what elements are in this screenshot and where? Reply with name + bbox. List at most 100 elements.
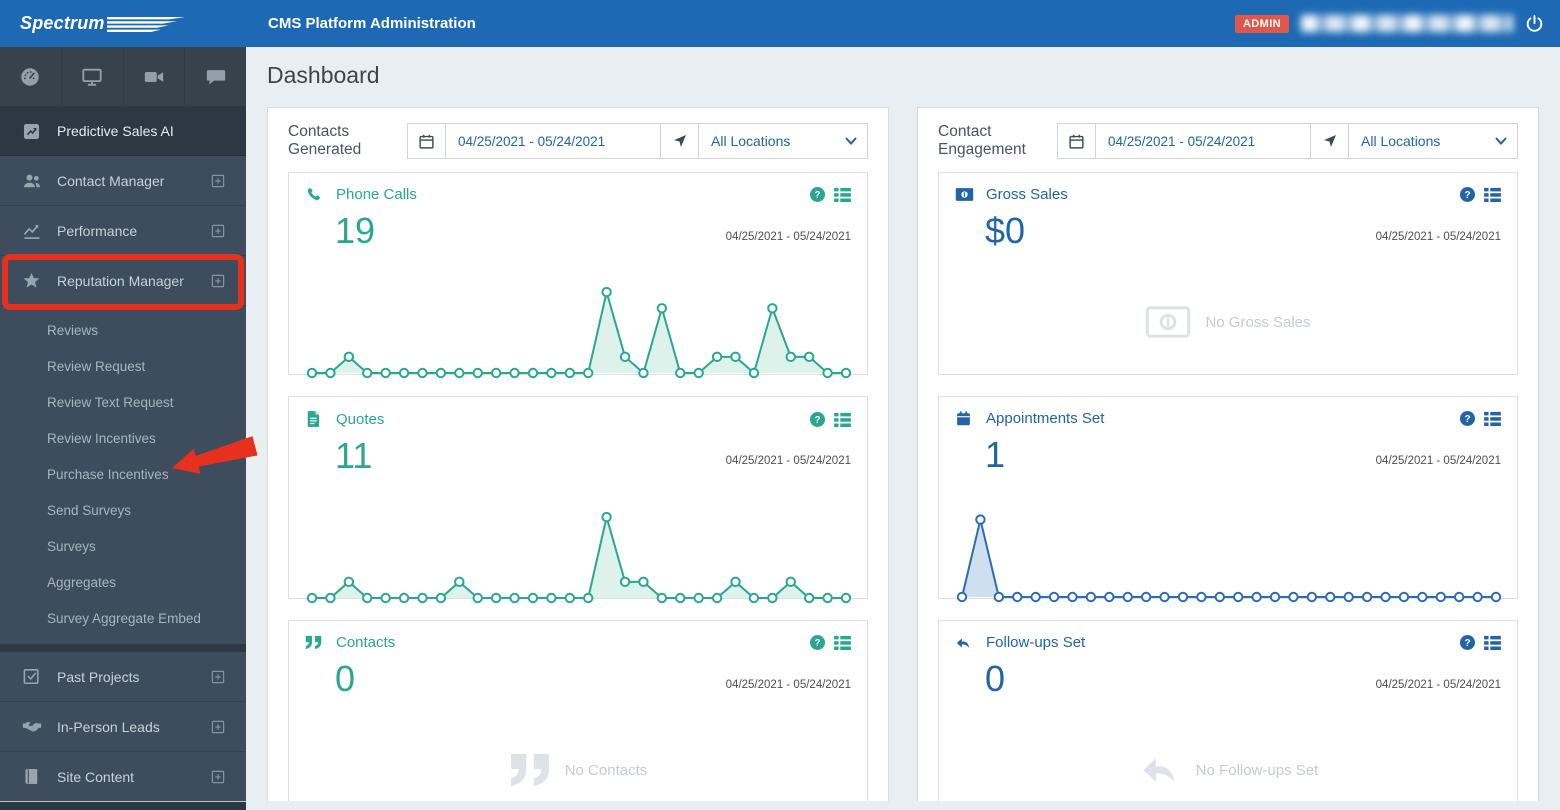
list-icon[interactable] xyxy=(1484,187,1501,202)
card-quotes: Quotes ? 11 04/25/2021 - 05/24/2021 xyxy=(288,396,868,604)
location-arrow-button[interactable] xyxy=(661,124,699,158)
plus-square-icon[interactable] xyxy=(210,273,226,289)
date-range-input[interactable] xyxy=(1096,124,1311,158)
subitem-label: Review Text Request xyxy=(47,394,174,410)
tab-video-camera-icon[interactable] xyxy=(124,47,186,106)
list-icon[interactable] xyxy=(834,635,851,650)
help-icon[interactable]: ? xyxy=(1460,187,1475,202)
sidebar-item-reputation-manager[interactable]: Reputation Manager xyxy=(0,256,246,306)
tab-chat-bubble-icon[interactable] xyxy=(185,47,246,106)
chart-square-icon xyxy=(22,122,42,141)
brand-swoosh-icon xyxy=(106,16,185,32)
card-date-range: 04/25/2021 - 05/24/2021 xyxy=(1375,455,1501,467)
sidebar-subitem-survey-aggregate-embed[interactable]: Survey Aggregate Embed xyxy=(0,600,246,636)
sidebar-item-label: Past Projects xyxy=(57,668,140,685)
card-gross-sales: Gross Sales ? $0 04/25/2021 - 05/24/2021… xyxy=(938,172,1518,375)
sidebar-item-contact-manager[interactable]: Contact Manager xyxy=(0,156,246,206)
sidebar: Predictive Sales AI Contact Manager Perf… xyxy=(0,47,246,810)
quote-icon xyxy=(305,635,325,650)
appointments-set-chart xyxy=(955,501,1502,610)
sidebar-item-predictive-sales-ai[interactable]: Predictive Sales AI xyxy=(0,107,246,156)
sidebar-item-label: Site Content xyxy=(57,768,135,785)
sidebar-item-label: Performance xyxy=(57,222,138,239)
phone-icon xyxy=(305,186,325,203)
location-arrow-button[interactable] xyxy=(1311,124,1349,158)
sidebar-subitem-reviews[interactable]: Reviews xyxy=(0,312,246,348)
empty-state-text: No Contacts xyxy=(564,761,648,779)
admin-badge: ADMIN xyxy=(1234,14,1289,33)
location-select-value: All Locations xyxy=(1361,133,1441,149)
main-content: Dashboard Contacts Generated All Locatio… xyxy=(246,47,1560,801)
sidebar-item-performance[interactable]: Performance xyxy=(0,206,246,256)
card-date-range: 04/25/2021 - 05/24/2021 xyxy=(1375,679,1501,691)
card-contacts: Contacts ? 0 04/25/2021 - 05/24/2021 No … xyxy=(288,620,868,801)
card-title: Phone Calls xyxy=(336,186,417,203)
sidebar-subitem-purchase-incentives[interactable]: Purchase Incentives xyxy=(0,456,246,492)
sidebar-item-label: In-Person Leads xyxy=(57,718,160,735)
list-icon[interactable] xyxy=(1484,635,1501,650)
location-select[interactable]: All Locations xyxy=(1349,124,1517,158)
plus-square-icon[interactable] xyxy=(210,669,226,685)
plus-square-icon[interactable] xyxy=(210,223,226,239)
sidebar-subitem-review-text-request[interactable]: Review Text Request xyxy=(0,384,246,420)
sidebar-item-past-projects[interactable]: Past Projects xyxy=(0,652,246,702)
svg-text:?: ? xyxy=(1464,414,1470,425)
tab-dashboard-gauge-icon[interactable] xyxy=(0,47,62,106)
panel-title: Contact Engagement xyxy=(938,123,1026,158)
sidebar-subitem-review-incentives[interactable]: Review Incentives xyxy=(0,420,246,456)
calendar-button[interactable] xyxy=(408,124,446,158)
sidebar-subitem-aggregates[interactable]: Aggregates xyxy=(0,564,246,600)
help-icon[interactable]: ? xyxy=(1460,411,1475,426)
subitem-label: Review Incentives xyxy=(47,430,156,446)
reply-arrow-icon xyxy=(955,635,975,651)
location-select[interactable]: All Locations xyxy=(699,124,867,158)
brand-name: Spectrum xyxy=(20,13,105,33)
card-date-range: 04/25/2021 - 05/24/2021 xyxy=(725,455,851,467)
list-icon[interactable] xyxy=(834,412,851,427)
plus-square-icon[interactable] xyxy=(210,769,226,785)
sidebar-subitem-surveys[interactable]: Surveys xyxy=(0,528,246,564)
help-icon[interactable]: ? xyxy=(810,411,825,427)
topbar: Spectrum CMS Platform Administration ADM… xyxy=(0,0,1560,47)
list-icon[interactable] xyxy=(1484,411,1501,426)
chevron-down-icon xyxy=(1495,137,1507,145)
sidebar-item-label: Predictive Sales AI xyxy=(57,123,174,139)
card-date-range: 04/25/2021 - 05/24/2021 xyxy=(725,231,851,243)
sidebar-subitem-send-surveys[interactable]: Send Surveys xyxy=(0,492,246,528)
subitem-label: Aggregates xyxy=(47,574,117,590)
book-icon xyxy=(22,767,42,786)
sidebar-item-label: Contact Manager xyxy=(57,172,165,189)
help-icon[interactable]: ? xyxy=(810,635,825,650)
check-square-icon xyxy=(22,667,42,686)
page-title: Dashboard xyxy=(267,62,380,88)
subitem-label: Send Surveys xyxy=(47,502,132,518)
sidebar-item-site-content[interactable]: Site Content xyxy=(0,752,246,802)
empty-state-text: No Gross Sales xyxy=(1205,313,1311,331)
line-chart-icon xyxy=(22,221,42,241)
plus-square-icon[interactable] xyxy=(210,719,226,735)
card-title: Follow-ups Set xyxy=(986,634,1086,651)
sidebar-subitem-review-request[interactable]: Review Request xyxy=(0,348,246,384)
money-bill-icon-large xyxy=(1145,305,1191,339)
power-icon[interactable] xyxy=(1525,14,1544,33)
spectrum-logo[interactable]: Spectrum xyxy=(0,0,246,47)
sidebar-icon-tabs xyxy=(0,47,246,107)
date-range-input[interactable] xyxy=(446,124,661,158)
filter-group: All Locations xyxy=(1057,123,1518,159)
sidebar-item-in-person-leads[interactable]: In-Person Leads xyxy=(0,702,246,752)
help-icon[interactable]: ? xyxy=(1460,635,1475,650)
sidebar-item-label: Reputation Manager xyxy=(57,272,184,289)
plus-square-icon[interactable] xyxy=(210,173,226,189)
tab-monitor-icon[interactable] xyxy=(62,47,124,106)
card-title: Appointments Set xyxy=(986,410,1105,427)
list-icon[interactable] xyxy=(834,187,851,202)
svg-text:?: ? xyxy=(814,190,820,201)
card-title: Quotes xyxy=(336,410,385,428)
reputation-manager-submenu: Reviews Review Request Review Text Reque… xyxy=(0,306,246,644)
calendar-button[interactable] xyxy=(1058,124,1096,158)
file-text-icon xyxy=(305,410,325,428)
quotes-chart xyxy=(305,502,852,611)
help-icon[interactable]: ? xyxy=(810,187,825,202)
app-title: CMS Platform Administration xyxy=(268,15,476,32)
panel-contacts-generated: Contacts Generated All Locations xyxy=(267,107,889,801)
